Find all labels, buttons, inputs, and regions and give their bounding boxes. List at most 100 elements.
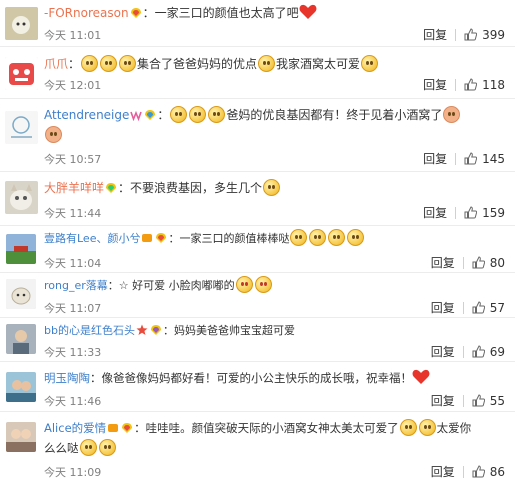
kiss-emoji-icon [328,229,346,246]
divider [455,206,457,219]
avatar[interactable] [5,7,38,40]
smile-emoji-icon [418,419,436,436]
comment-text-3: 么么哒 [44,441,79,455]
thumb-up-icon[interactable] [464,28,478,41]
rainbow-badge-icon [150,323,162,335]
kiss-emoji-icon [347,229,365,246]
heart-eyes-emoji-icon [254,276,272,293]
comment-item: 大胖羊咩咩 ：不要浪费基因，多生几个 今天 11:44 回复 159 [0,172,515,226]
username[interactable]: 壹路有Lee、颜小兮 [44,232,140,245]
timestamp: 今天 12:01 [44,79,102,92]
reply-button[interactable]: 回复 [431,299,455,316]
timestamp: 今天 11:33 [44,346,102,359]
avatar[interactable] [5,111,38,144]
reply-button[interactable]: 回复 [431,392,455,409]
smile-emoji-icon [100,55,118,72]
rainbow-badge-icon [130,5,142,18]
kiss-emoji-icon [309,229,327,246]
divider [462,465,464,478]
comment-text-2: 太爱你 [436,421,472,435]
reply-button[interactable]: 回复 [431,463,455,480]
reply-button[interactable]: 回复 [423,150,447,167]
username[interactable]: -FORnoreason [44,6,129,20]
comment-text: ：不要浪费基因，多生几个 [118,181,263,195]
shy-emoji-icon [258,55,276,72]
smile-emoji-icon [189,106,207,123]
timestamp: 今天 11:46 [44,395,102,408]
star-badge-icon [136,323,148,335]
smile-emoji-icon [119,55,137,72]
reply-button[interactable]: 回复 [431,343,455,360]
laugh-emoji-icon [263,179,281,196]
comment-item: 明玉陶陶：像爸爸像妈妈都好看！可爱的小公主快乐的成长哦，祝幸福！ 今天 11:4… [0,362,515,412]
avatar[interactable] [6,279,36,309]
smile-emoji-icon [79,439,97,456]
username[interactable]: 明玉陶陶 [44,371,90,385]
vip-badge-icon [107,420,119,432]
username[interactable]: Alice的爱情 [44,421,106,435]
timestamp: 今天 10:57 [44,153,102,166]
like-count: 80 [489,255,505,270]
smile-emoji-icon [361,55,379,72]
like-count: 145 [482,151,505,166]
comment-text: ：哇哇哇。颜值突破天际的小酒窝女神太美太可爱了 [134,421,399,435]
smile-emoji-icon [81,55,99,72]
avatar[interactable] [6,372,36,402]
thumb-up-icon[interactable] [472,256,485,269]
heart-icon [299,4,317,20]
username[interactable]: 大胖羊咩咩 [44,181,104,195]
like-count: 399 [482,27,505,42]
thumb-up-icon[interactable] [472,345,485,358]
heart-icon [412,369,430,385]
rainbow-badge-icon [105,180,117,193]
thumb-up-icon[interactable] [464,206,478,219]
thumb-up-icon[interactable] [472,301,485,314]
divider [462,301,464,314]
heart-eyes-emoji-icon [235,276,253,293]
username[interactable]: bb的心是红色石头 [44,324,135,337]
smile-emoji-icon [170,106,188,123]
comment-item: bb的心是红色石头 ：妈妈美爸爸帅宝宝超可爱 今天 11:33 回复 69 [0,318,515,362]
timestamp: 今天 11:01 [44,29,102,42]
divider [462,394,464,407]
avatar[interactable] [5,181,38,214]
rainbow-badge-icon [121,420,133,433]
kiss-emoji-icon [290,229,308,246]
timestamp: 今天 11:09 [44,466,102,479]
comment-text: ：一家三口的颜值也太高了吧 [142,6,299,20]
username[interactable]: Attendreneige [44,108,129,122]
comment-item: -FORnoreason ：一家三口的颜值也太高了吧 今天 11:01 回复 39… [0,0,515,47]
vip-badge-icon [130,107,143,122]
hands-emoji-icon [443,106,461,123]
comment-item: 壹路有Lee、颜小兮 ：一家三口的颜值棒棒哒 今天 11:04 回复 80 [0,226,515,273]
reply-button[interactable]: 回复 [431,254,455,271]
divider [455,152,457,165]
thumb-up-icon[interactable] [464,152,478,165]
username[interactable]: 爪爪 [44,57,68,71]
comment-text-2: 我家酒窝太可爱 [276,57,361,71]
thumb-up-icon[interactable] [472,394,485,407]
rainbow-badge-icon [144,107,156,120]
timestamp: 今天 11:07 [44,302,102,315]
comment-text: ：像爸爸像妈妈都好看！可爱的小公主快乐的成长哦，祝幸福！ [90,371,412,385]
avatar[interactable] [6,422,36,452]
avatar[interactable] [6,324,36,354]
thumb-up-icon[interactable] [464,78,478,91]
timestamp: 今天 11:04 [44,257,102,270]
smile-emoji-icon [98,439,116,456]
comment-text: 爸妈的优良基因都有！终于见着小酒窝了 [226,108,443,122]
divider [462,256,464,269]
reply-button[interactable]: 回复 [423,204,447,221]
comment-item: Alice的爱情 ：哇哇哇。颜值突破天际的小酒窝女神太美太可爱了 太爱你 么么哒 今… [0,412,515,504]
like-count: 57 [489,300,505,315]
reply-button[interactable]: 回复 [423,76,447,93]
avatar[interactable] [5,57,38,90]
reply-button[interactable]: 回复 [423,26,447,43]
smile-emoji-icon [208,106,226,123]
like-count: 55 [489,393,505,408]
username[interactable]: rong_er落幕 [44,279,108,292]
avatar[interactable] [6,234,36,264]
like-count: 159 [482,205,505,220]
thumb-up-icon[interactable] [472,465,485,478]
comment-text: 集合了爸爸妈妈的优点 [137,57,258,71]
